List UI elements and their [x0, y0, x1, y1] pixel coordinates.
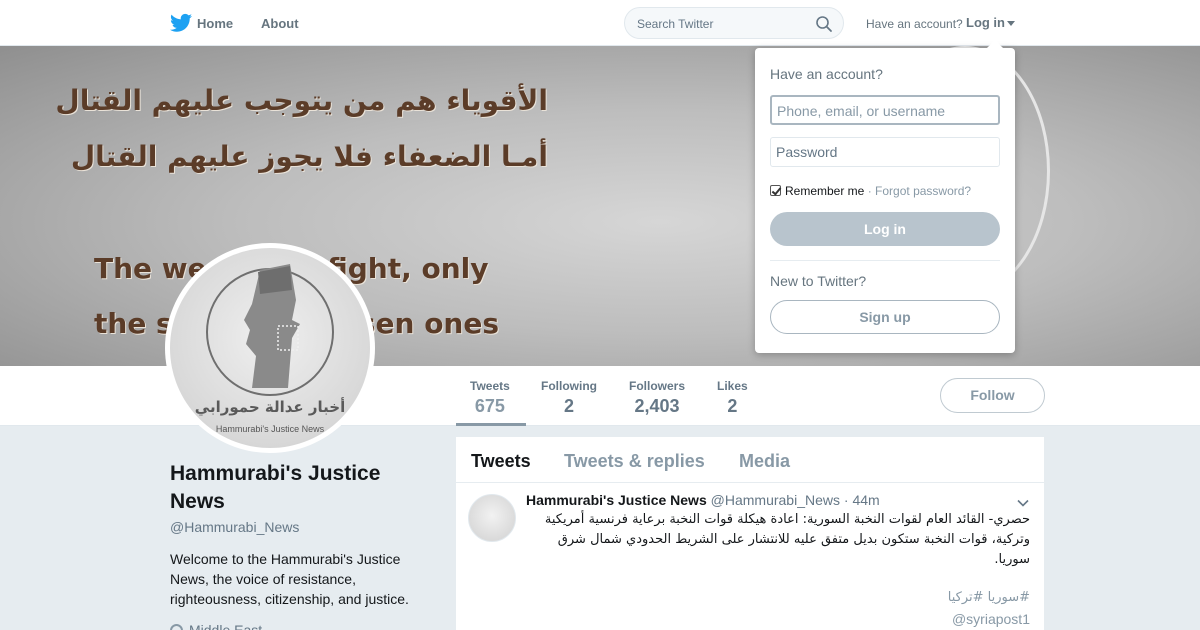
remember-me-checkbox[interactable]: [770, 185, 781, 196]
tab-media[interactable]: Media: [739, 451, 790, 472]
stat-value: 2: [727, 396, 738, 416]
location-pin-icon: [170, 624, 183, 630]
banner-arabic-line-2: أمـا الضعفاء فلا يجوز عليهم القتال: [70, 140, 548, 173]
dropdown-title: Have an account?: [770, 66, 883, 82]
chevron-down-icon[interactable]: [1017, 497, 1029, 509]
hammurabi-profile-icon: [244, 264, 300, 388]
twitter-bird-icon[interactable]: [170, 13, 192, 33]
dropdown-arrow: [987, 40, 1003, 48]
profile-name[interactable]: Hammurabi's Justice News: [170, 460, 410, 516]
search-placeholder: Search Twitter: [637, 17, 714, 31]
tweet-mention[interactable]: @syriapost1: [544, 611, 1030, 627]
tweet-timestamp[interactable]: 44m: [852, 492, 879, 508]
stat-label: Following: [541, 379, 597, 393]
location-text: Middle East: [189, 622, 263, 630]
caret-down-icon: [1007, 21, 1015, 27]
active-tab-underline: [456, 423, 526, 426]
stat-label: Followers: [629, 379, 686, 393]
remember-row: Remember me · Forgot password?: [770, 184, 971, 198]
tweet-author-name[interactable]: Hammurabi's Justice News: [526, 492, 707, 508]
tweet-author-handle[interactable]: @Hammurabi_News: [711, 492, 840, 508]
stat-tweets[interactable]: Tweets 675: [470, 379, 510, 417]
profile-bio: Welcome to the Hammurabi's Justice News,…: [170, 551, 409, 607]
tweet-hashtags[interactable]: #سوريا #تركيا: [544, 590, 1030, 605]
follow-button[interactable]: Follow: [940, 378, 1045, 413]
banner-arabic-line-1: الأقوياء هم من يتوجب عليهم القتال: [55, 84, 548, 117]
new-to-twitter-label: New to Twitter?: [770, 273, 867, 289]
login-dropdown-toggle[interactable]: Log in: [966, 15, 1015, 30]
account-question: Have an account?: [866, 17, 963, 31]
stat-followers[interactable]: Followers 2,403: [629, 379, 685, 417]
tab-tweets[interactable]: Tweets: [471, 451, 531, 472]
avatar-arabic-text: أخبار عدالة حمورابي: [194, 398, 346, 416]
dropdown-divider: [770, 260, 1000, 261]
username-field[interactable]: Phone, email, or username: [770, 95, 1000, 125]
tweet-header: Hammurabi's Justice News @Hammurabi_News…: [526, 492, 880, 508]
stat-following[interactable]: Following 2: [541, 379, 597, 417]
tab-tweets-replies[interactable]: Tweets & replies: [564, 451, 705, 472]
stat-value: 2,403: [634, 396, 680, 416]
stat-label: Likes: [717, 379, 748, 393]
remember-me-label[interactable]: Remember me: [785, 184, 864, 198]
login-dropdown: Have an account? Phone, email, or userna…: [755, 40, 1015, 353]
stat-value: 2: [563, 396, 574, 416]
tweet-text: حصري- القائد العام لقوات النخبة السورية:…: [544, 512, 1030, 567]
stat-likes[interactable]: Likes 2: [717, 379, 748, 417]
password-field[interactable]: Password: [770, 137, 1000, 167]
search-input[interactable]: Search Twitter: [624, 7, 844, 39]
avatar-english-text: Hammurabi's Justice News: [215, 424, 325, 434]
avatar-image: أخبار عدالة حمورابي Hammurabi's Justice …: [170, 248, 370, 448]
timeline-tabs: Tweets Tweets & replies Media: [456, 437, 1044, 483]
separator-dot: ·: [867, 184, 872, 198]
search-icon[interactable]: [815, 15, 833, 33]
tweet-avatar[interactable]: [468, 494, 516, 542]
login-label: Log in: [966, 15, 1005, 30]
login-button[interactable]: Log in: [770, 212, 1000, 246]
stat-value: 675: [474, 396, 505, 416]
forgot-password-link[interactable]: Forgot password?: [875, 184, 971, 198]
profile-handle[interactable]: @Hammurabi_News: [170, 519, 299, 535]
signup-button[interactable]: Sign up: [770, 300, 1000, 334]
nav-about-link[interactable]: About: [261, 16, 299, 31]
profile-location: Middle East: [170, 622, 262, 630]
nav-home-link[interactable]: Home: [197, 16, 233, 31]
profile-avatar[interactable]: أخبار عدالة حمورابي Hammurabi's Justice …: [165, 243, 375, 453]
top-nav: Home About Search Twitter Have an accoun…: [0, 0, 1200, 46]
stat-label: Tweets: [470, 379, 510, 393]
tweet-dot: ·: [843, 492, 849, 508]
timeline: Tweets Tweets & replies Media Hammurabi'…: [456, 437, 1044, 630]
